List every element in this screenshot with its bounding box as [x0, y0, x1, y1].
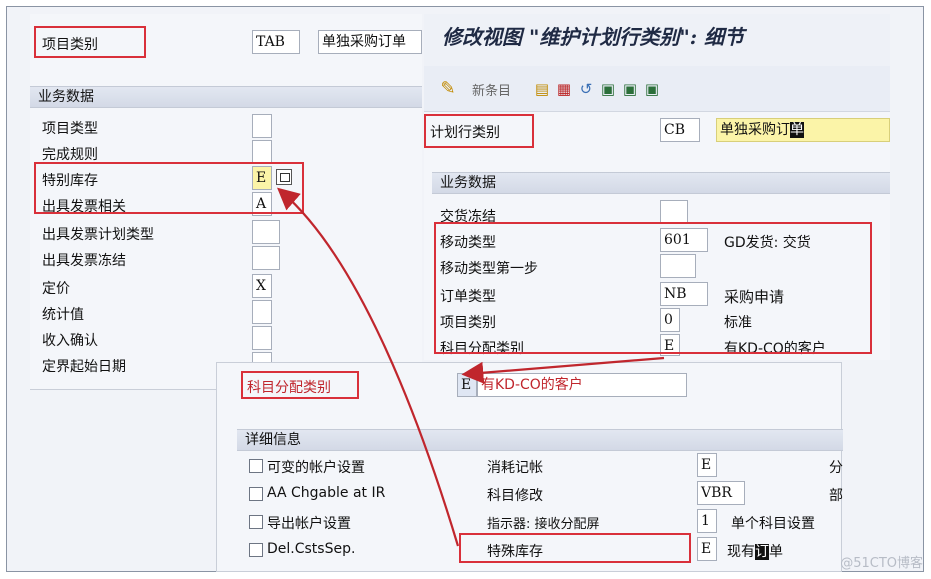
annotation-arrows — [277, 187, 665, 547]
arrow-to-special-stock — [277, 187, 460, 547]
watermark: @51CTO博客 — [840, 556, 923, 571]
arrow-to-acct-assign — [461, 356, 665, 384]
